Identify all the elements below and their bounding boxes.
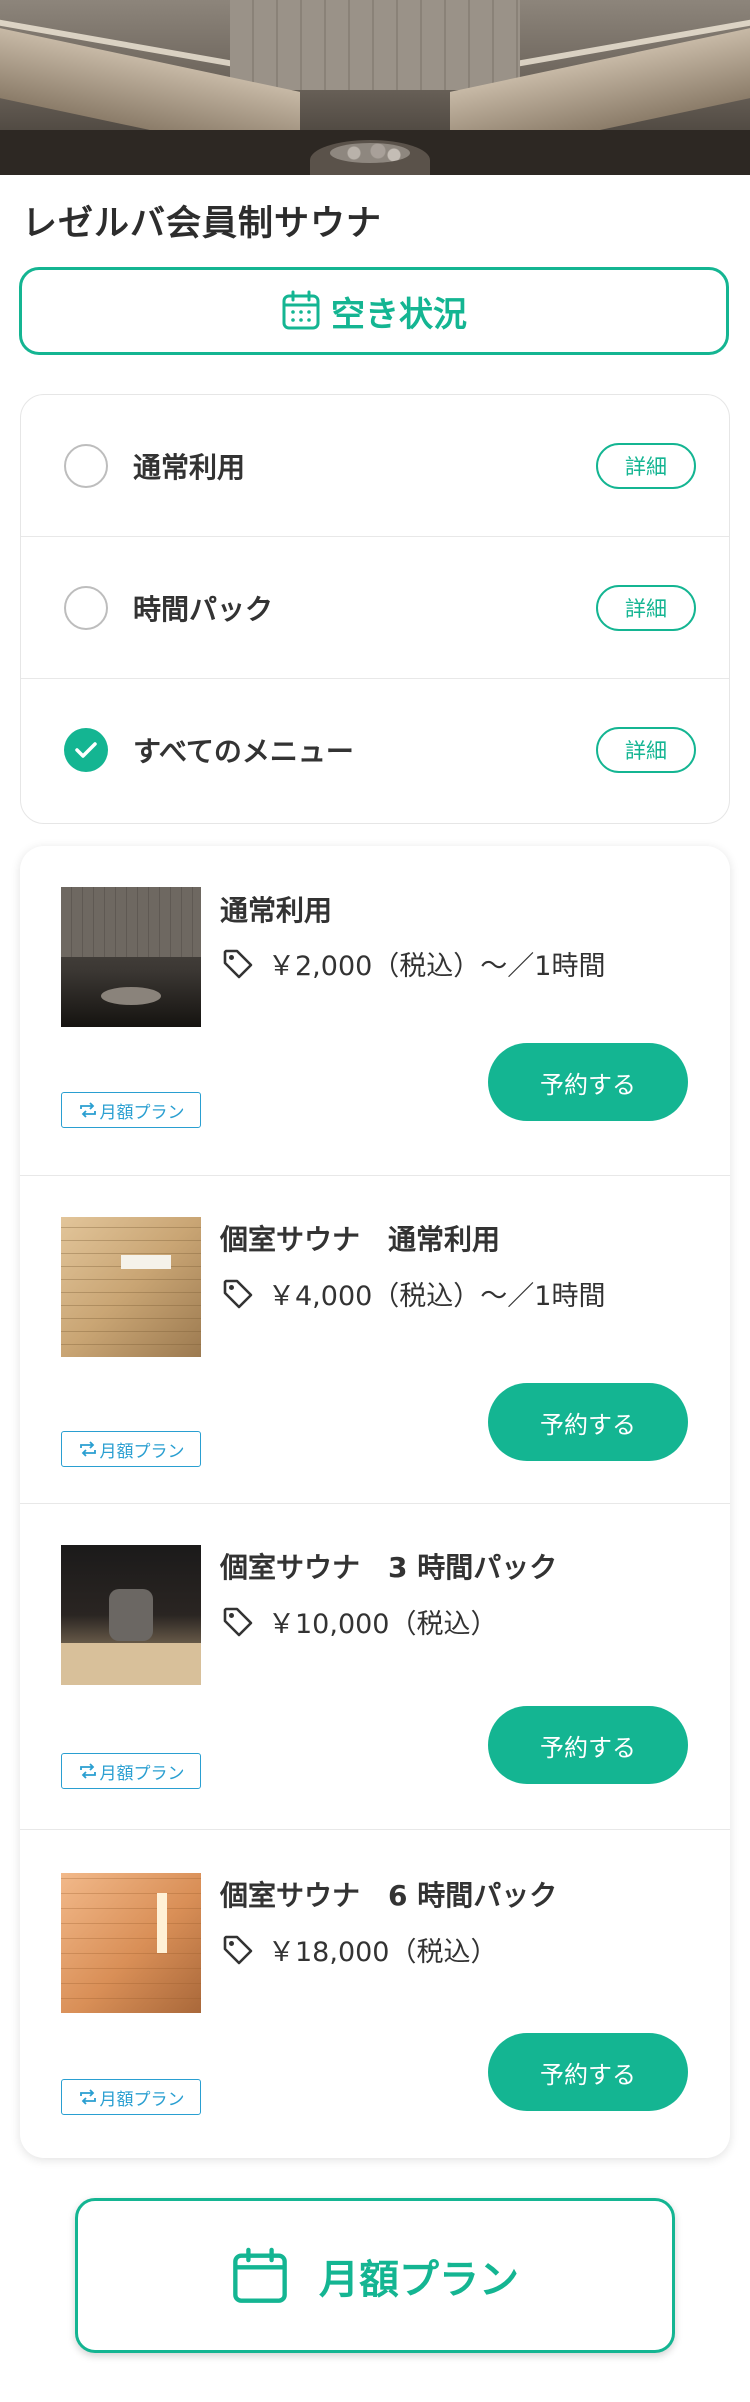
availability-button[interactable]: 空き状況 [19,267,729,355]
monthly-plan-badge: 月額プラン [61,1431,201,1467]
badge-label: 月額プラン [99,1441,185,1462]
calendar-icon [233,2247,287,2303]
thumb-wall [61,887,201,957]
monthly-plan-button[interactable]: 月額プラン [75,2198,675,2353]
plan-name: 個室サウナ 3 時間パック [220,1551,558,1584]
menu-option-time-pack[interactable]: 時間パック 詳細 [21,537,729,679]
menu-option-all[interactable]: すべてのメニュー 詳細 [21,679,729,820]
price-text: ￥4,000（税込）〜／1時間 [268,1281,606,1312]
plan-thumbnail [61,1217,201,1357]
repeat-icon [79,1763,96,1779]
plan-name: 個室サウナ 通常利用 [220,1223,501,1256]
thumb-light [157,1893,167,1953]
radio-unchecked[interactable] [64,585,108,630]
menu-option-regular[interactable]: 通常利用 詳細 [21,395,729,537]
sauna-stones [330,143,410,163]
calendar-icon [282,290,320,330]
plan-price: ￥2,000（税込）〜／1時間 [222,944,605,983]
radio-unchecked[interactable] [64,443,108,488]
monthly-plan-badge: 月額プラン [61,2079,201,2115]
price-text: ￥10,000（税込） [268,1609,498,1640]
price-tag-icon [223,949,253,978]
badge-label: 月額プラン [99,2089,185,2110]
badge-label: 月額プラン [99,1102,185,1123]
badge-label: 月額プラン [99,1763,185,1784]
thumb-stove [101,987,161,1005]
plan-item: 個室サウナ 3 時間パック ￥10,000（税込） 予約する 月額プラン [20,1503,730,1830]
repeat-icon [79,1441,96,1457]
menu-filter-card: 通常利用 詳細 時間パック 詳細 すべてのメニュー 詳細 [20,394,730,824]
plan-thumbnail [61,887,201,1027]
menu-option-label: 時間パック [133,592,274,626]
monthly-plan-badge: 月額プラン [61,1753,201,1789]
repeat-icon [79,1102,96,1118]
price-tag-icon [223,1279,253,1308]
plan-thumbnail [61,1873,201,2013]
menu-option-label: 通常利用 [133,450,246,484]
plan-thumbnail [61,1545,201,1685]
hero-image [0,0,750,175]
radio-checked[interactable] [64,727,108,772]
price-text: ￥18,000（税込） [268,1937,498,1968]
thumb-planks [61,1217,201,1357]
reserve-button[interactable]: 予約する [488,2033,688,2111]
reserve-button[interactable]: 予約する [488,1383,688,1461]
thumb-stove [109,1589,153,1641]
facility-title: レゼルバ会員制サウナ [22,204,383,244]
thumb-bench [61,1643,201,1685]
check-icon [75,741,97,758]
price-tag-icon [223,1607,253,1636]
price-text: ￥2,000（税込）〜／1時間 [268,951,606,982]
menu-option-label: すべてのメニュー [133,734,354,768]
plans-list: 通常利用 ￥2,000（税込）〜／1時間 予約する 月額プラン 個室サウナ 通常… [20,846,730,2158]
plan-price: ￥10,000（税込） [222,1602,497,1641]
plan-price: ￥18,000（税込） [222,1930,497,1969]
availability-label: 空き状況 [331,294,467,335]
plan-item: 個室サウナ 6 時間パック ￥18,000（税込） 予約する 月額プラン [20,1829,730,2158]
thumb-planks [61,1873,201,2013]
monthly-plan-label: 月額プラン [319,2256,519,2303]
reserve-button[interactable]: 予約する [488,1043,688,1121]
plan-name: 個室サウナ 6 時間パック [220,1879,558,1912]
repeat-icon [79,2089,96,2105]
thumb-light [121,1255,171,1269]
plan-name: 通常利用 [220,894,333,927]
reserve-button[interactable]: 予約する [488,1706,688,1784]
detail-button[interactable]: 詳細 [596,726,696,773]
price-tag-icon [223,1935,253,1964]
plan-item: 個室サウナ 通常利用 ￥4,000（税込）〜／1時間 予約する 月額プラン [20,1175,730,1504]
detail-button[interactable]: 詳細 [596,442,696,489]
detail-button[interactable]: 詳細 [596,584,696,631]
plan-price: ￥4,000（税込）〜／1時間 [222,1274,605,1313]
plan-item: 通常利用 ￥2,000（税込）〜／1時間 予約する 月額プラン [20,846,730,1176]
sauna-wall [230,0,520,90]
monthly-plan-badge: 月額プラン [61,1092,201,1128]
